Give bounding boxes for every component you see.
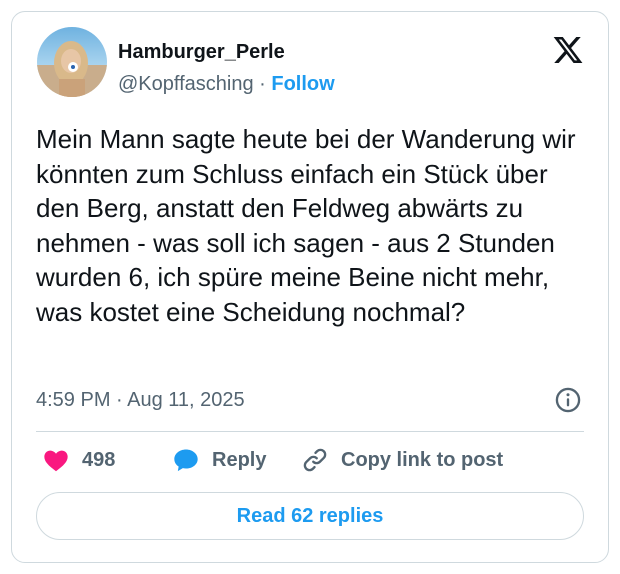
reply-label: Reply [212,448,267,471]
author-block: Hamburger_Perle @Kopffasching · Follow [118,40,335,96]
tweet-text: Mein Mann sagte heute bei der Wanderung … [36,124,576,327]
avatar-image [37,27,107,97]
author-handle-row: @Kopffasching · Follow [118,72,335,96]
author-display-name[interactable]: Hamburger_Perle [118,40,335,64]
x-logo-icon[interactable] [552,34,584,66]
copy-link-label: Copy link to post [341,448,504,471]
avatar[interactable] [37,27,107,97]
info-icon[interactable] [554,386,582,414]
follow-button[interactable]: Follow [271,73,334,95]
like-button[interactable]: 498 [42,445,115,475]
read-replies-label: Read 62 replies [236,504,384,527]
like-count: 498 [82,448,116,471]
link-icon [303,448,327,472]
heart-icon [44,450,68,472]
divider [36,431,584,432]
tweet-card: Hamburger_Perle @Kopffasching · Follow M… [11,11,609,563]
tweet-timestamp[interactable]: 4:59 PM · Aug 11, 2025 [36,388,245,412]
copy-link-button[interactable]: Copy link to post [301,445,503,475]
author-handle[interactable]: @Kopffasching [118,73,254,95]
read-replies-button[interactable]: Read 62 replies [36,492,584,540]
speech-bubble-icon [174,449,198,472]
handle-separator: · [253,73,272,95]
reply-button[interactable]: Reply [172,445,266,475]
